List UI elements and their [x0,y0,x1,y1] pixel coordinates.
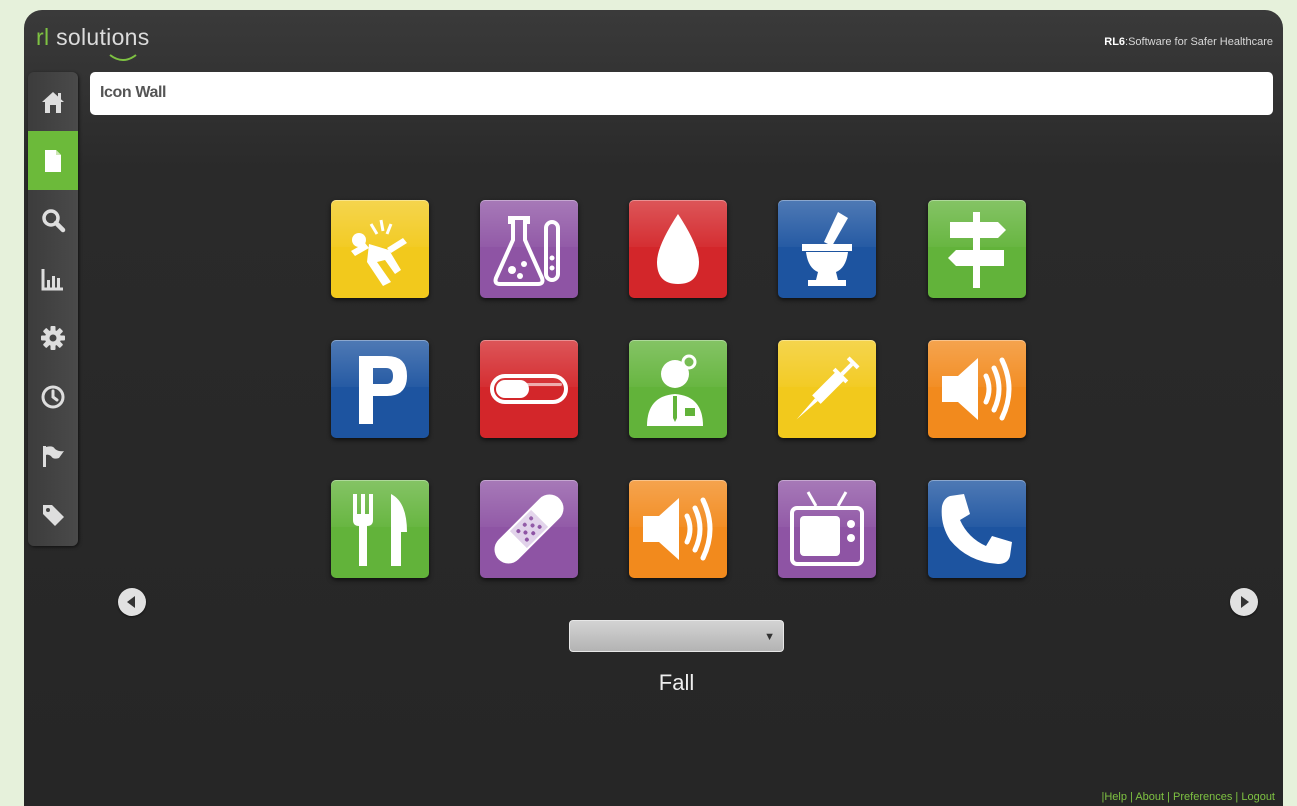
footer-links: |Help | About | Preferences | Logout [1101,791,1275,803]
icon-tile-fall[interactable] [331,200,429,298]
sidebar-nav [28,72,78,546]
parking-icon [359,356,407,424]
logout-link[interactable]: Logout [1241,791,1275,803]
signpost-icon [948,212,1006,288]
icon-tile-phone[interactable] [928,480,1026,578]
tagline: RL6:Software for Safer Healthcare [1104,36,1273,48]
phone-icon [941,494,1012,564]
bandage-icon [494,494,564,564]
previous-page-button[interactable] [118,588,146,616]
icon-tile-medication[interactable] [480,340,578,438]
sidebar-item-flags[interactable] [28,426,78,485]
sidebar-item-settings[interactable] [28,308,78,367]
search-icon [42,208,66,232]
rl-solutions-logo: rl solutions [36,24,150,50]
clock-icon [41,385,65,408]
gear-icon [41,325,65,350]
tag-icon [43,504,64,526]
icon-tile-blood[interactable] [629,200,727,298]
sidebar-item-tags[interactable] [28,485,78,544]
television-icon [790,491,864,566]
sidebar-item-history[interactable] [28,367,78,426]
icon-tile-television[interactable] [778,480,876,578]
blood-drop-icon [657,214,699,284]
arrow-left-icon [127,596,135,608]
icon-tile-physician[interactable] [629,340,727,438]
sidebar-item-search[interactable] [28,190,78,249]
icon-tile-noise-2[interactable] [629,480,727,578]
mortar-pestle-icon [802,212,852,286]
icon-tile-wound[interactable] [480,480,578,578]
arrow-right-icon [1241,596,1249,608]
about-link[interactable]: About [1135,791,1164,803]
document-icon [45,149,61,172]
icon-tile-pharmacy[interactable] [778,200,876,298]
page-title: Icon Wall [90,72,1273,115]
fork-knife-icon [353,494,407,566]
sidebar-item-home[interactable] [28,72,78,131]
help-link[interactable]: Help [1104,791,1127,803]
pill-icon [490,374,568,404]
speaker-icon [643,497,713,561]
preferences-link[interactable]: Preferences [1173,791,1232,803]
icon-tile-lab[interactable] [480,200,578,298]
icon-tile-injection[interactable] [778,340,876,438]
icon-tile-parking[interactable] [331,340,429,438]
syringe-icon [796,356,860,420]
home-icon [42,91,64,113]
icon-tile-noise-1[interactable] [928,340,1026,438]
icon-label-select[interactable]: ▼ [569,620,784,652]
lab-flask-icon [493,216,560,286]
fall-icon [351,219,407,286]
bar-chart-icon [41,268,63,290]
doctor-icon [647,354,703,426]
icon-tile-dietary[interactable] [331,480,429,578]
logo-smile-icon [109,54,137,61]
selected-icon-label: Fall [658,670,695,695]
next-page-button[interactable] [1230,588,1258,616]
sidebar-item-documents[interactable] [28,131,78,190]
icon-tile-directions[interactable] [928,200,1026,298]
flag-icon [43,445,64,467]
app-window: rl solutions RL6:Software for Safer Heal… [24,10,1283,806]
speaker-icon [942,357,1012,421]
chevron-down-icon: ▼ [764,631,775,643]
sidebar-item-reports[interactable] [28,249,78,308]
